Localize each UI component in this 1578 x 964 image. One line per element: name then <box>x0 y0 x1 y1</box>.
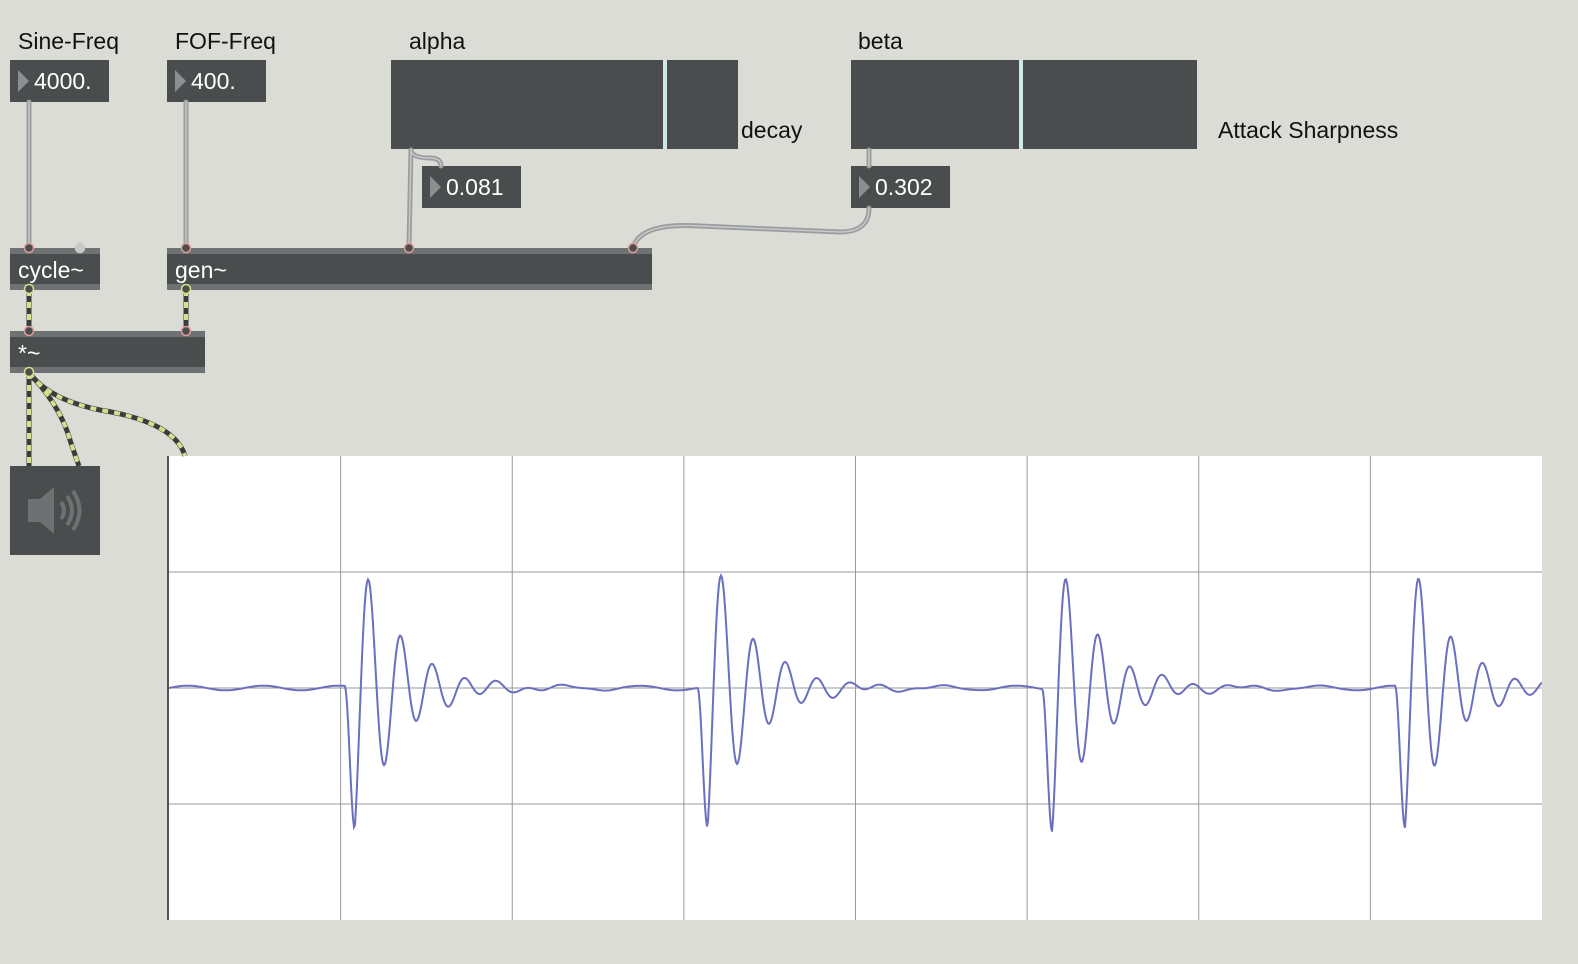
inlet-port[interactable] <box>627 242 639 254</box>
inlet-port[interactable] <box>180 325 192 337</box>
outlet-port[interactable] <box>23 366 35 378</box>
inlet-port[interactable] <box>23 325 35 337</box>
outlet-port[interactable] <box>23 283 35 295</box>
signal-cord[interactable] <box>27 371 187 457</box>
patch-cords <box>23 99 872 467</box>
inlet-port[interactable] <box>23 242 35 254</box>
inlet-port[interactable] <box>74 242 86 254</box>
inlet-port[interactable] <box>180 242 192 254</box>
inlet-port[interactable] <box>403 242 415 254</box>
outlet-port[interactable] <box>180 283 192 295</box>
